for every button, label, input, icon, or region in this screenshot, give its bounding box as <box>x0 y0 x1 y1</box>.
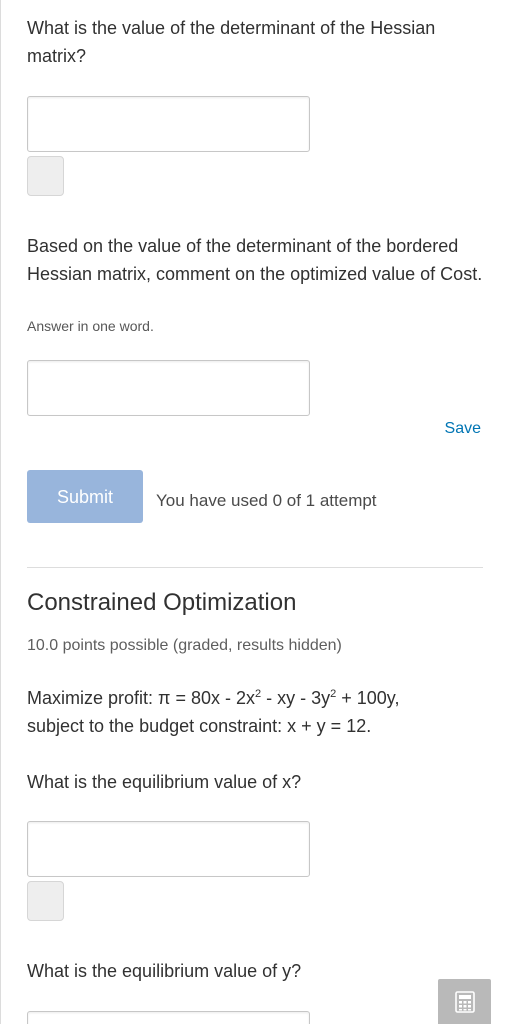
submit-button[interactable]: Submit <box>27 470 143 523</box>
equilibrium-y-input[interactable] <box>27 1011 310 1024</box>
problem-text-part: - xy - 3y <box>261 688 331 708</box>
question-equilibrium-x: What is the equilibrium value of x? <box>27 772 302 792</box>
answer-hint: Answer in one word. <box>27 318 154 334</box>
calculator-icon <box>454 990 475 1018</box>
points-info: 10.0 points possible (graded, results hi… <box>27 637 342 654</box>
section-divider <box>27 567 483 568</box>
question-bordered-hessian: Based on the value of the determinant of… <box>27 236 483 284</box>
question-hessian-determinant: What is the value of the determinant of … <box>27 18 436 66</box>
question-equilibrium-y: What is the equilibrium value of y? <box>27 961 302 981</box>
hessian-determinant-input[interactable] <box>27 96 310 152</box>
problem-text-part: Maximize profit: π = 80x - 2x <box>27 688 255 708</box>
answer-status-indicator <box>27 881 64 921</box>
problem-page: What is the value of the determinant of … <box>0 0 507 1024</box>
problem-constraint: subject to the budget constraint: x + y … <box>27 716 372 736</box>
problem-statement: Maximize profit: π = 80x - 2x2 - xy - 3y… <box>27 684 487 740</box>
equilibrium-x-input[interactable] <box>27 821 310 877</box>
section-title: Constrained Optimization <box>27 589 297 616</box>
calculator-button[interactable] <box>438 979 491 1024</box>
cost-comment-input[interactable] <box>27 360 310 416</box>
attempts-counter: You have used 0 of 1 attempt <box>156 491 377 510</box>
problem-text-part: + 100y, <box>336 688 400 708</box>
answer-status-indicator <box>27 156 64 196</box>
save-button[interactable]: Save <box>445 420 481 438</box>
